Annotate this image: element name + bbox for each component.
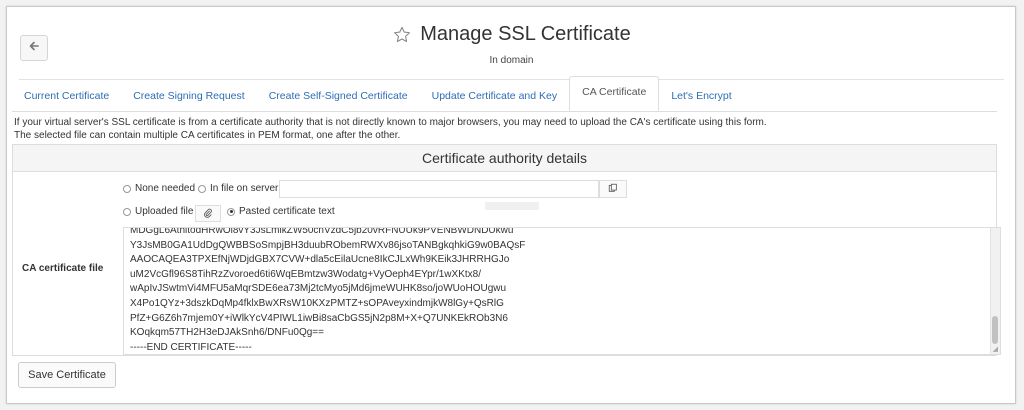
certificate-line: AAOCAQEA3TPXEfNjWDjdGBX7CVW+dla5cEilaUcn… <box>130 254 510 266</box>
file-chooser-button[interactable] <box>599 180 627 198</box>
description-line-1: If your virtual server's SSL certificate… <box>14 117 767 128</box>
resize-grip-icon[interactable]: ◢ <box>993 345 998 353</box>
option-in-file-label: In file on server <box>210 183 279 194</box>
radio-pasted-text[interactable] <box>227 207 235 216</box>
option-none-needed-label: None needed <box>135 183 196 194</box>
file-chooser-icon <box>608 180 618 198</box>
textarea-scrollbar[interactable] <box>990 228 1000 354</box>
description: If your virtual server's SSL certificate… <box>14 116 767 142</box>
tab-update-certificate-key[interactable]: Update Certificate and Key <box>420 76 570 110</box>
option-uploaded-file[interactable]: Uploaded file <box>123 206 193 217</box>
page-title: Manage SSL Certificate <box>420 23 631 45</box>
certificate-line: wApIvJSwtmVi4MFU5aMqrSDE6ea73Mj2tcMyo5jM… <box>130 283 507 295</box>
certificate-line: KOqkqm57TH2H3eDJAkSnh6/DNFu0Qg== <box>130 327 324 339</box>
option-none-needed[interactable]: None needed <box>123 183 195 194</box>
description-line-2: The selected file can contain multiple C… <box>14 130 401 141</box>
upload-attach-button[interactable] <box>195 205 221 222</box>
tab-current-certificate[interactable]: Current Certificate <box>12 76 121 110</box>
tab-create-signing-request[interactable]: Create Signing Request <box>121 76 257 110</box>
page-subtitle: In domain <box>489 54 534 66</box>
certificate-line: Y3JsMB0GA1UdDgQWBBSoSmpjBH3duubRObemRWXv… <box>130 239 526 251</box>
star-icon[interactable] <box>392 25 412 45</box>
server-file-input[interactable] <box>279 180 599 198</box>
option-in-file-on-server[interactable]: In file on server <box>198 183 278 194</box>
certificate-textarea[interactable]: MDGgL6AthitodHRwOi8vY3JsLmlkZW50cnVzdC5j… <box>123 227 1001 355</box>
panel-title: Certificate authority details <box>13 145 996 172</box>
tab-create-self-signed[interactable]: Create Self-Signed Certificate <box>257 76 420 110</box>
option-pasted-label: Pasted certificate text <box>239 206 335 217</box>
radio-in-file-on-server[interactable] <box>198 184 206 193</box>
save-certificate-button[interactable]: Save Certificate <box>18 362 116 388</box>
radio-none-needed[interactable] <box>123 184 131 193</box>
page-header: Manage SSL Certificate In domain <box>19 19 1004 80</box>
ca-details-panel: Certificate authority details CA certifi… <box>12 144 1001 356</box>
certificate-line: MDGgL6AthitodHRwOi8vY3JsLmlkZW50cnVzdC5j… <box>130 227 514 236</box>
certificate-line: X4Po1QYz+3dszkDqMp4fklxBwXRsW10KXzPMTZ+s… <box>130 297 504 309</box>
ca-file-label: CA certificate file <box>22 263 104 274</box>
tab-bar: Current Certificate Create Signing Reque… <box>12 76 997 112</box>
paperclip-icon <box>203 205 213 223</box>
option-uploaded-label: Uploaded file <box>135 206 194 217</box>
tooltip-shadow <box>485 202 539 210</box>
certificate-line: -----END CERTIFICATE----- <box>130 341 252 353</box>
scrollbar-thumb[interactable] <box>992 316 998 344</box>
certificate-text: MDGgL6AthitodHRwOi8vY3JsLmlkZW50cnVzdC5j… <box>130 227 526 354</box>
tab-lets-encrypt[interactable]: Let's Encrypt <box>659 76 743 110</box>
radio-uploaded-file[interactable] <box>123 207 131 216</box>
option-pasted-text[interactable]: Pasted certificate text <box>227 206 335 217</box>
tab-ca-certificate[interactable]: CA Certificate <box>569 76 660 111</box>
title-block: Manage SSL Certificate In domain <box>19 23 1004 66</box>
certificate-line: uM2VcGfl96S8TihRzZvoroed6ti6WqEBmtzw3Wod… <box>130 268 481 280</box>
certificate-line: PfZ+G6Z6h7mjem0Y+iWlkYcV4PIWL1iwBi8saCbG… <box>130 312 508 324</box>
